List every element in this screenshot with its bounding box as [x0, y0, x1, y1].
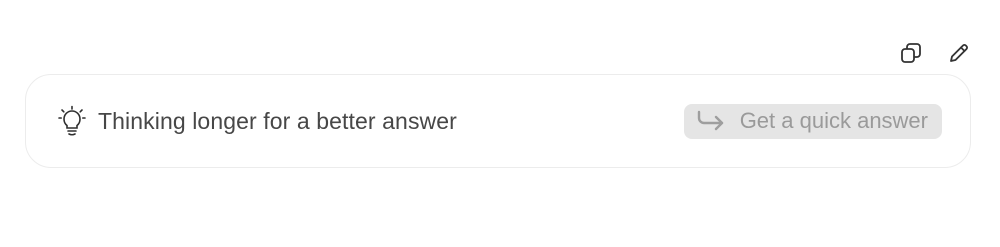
copy-button[interactable] — [898, 40, 924, 66]
message-actions — [898, 40, 972, 66]
return-arrow-icon — [696, 110, 726, 132]
thinking-status-card: Thinking longer for a better answer Get … — [25, 74, 971, 168]
status-text: Thinking longer for a better answer — [98, 107, 457, 134]
lightbulb-icon — [58, 105, 86, 137]
copy-icon — [901, 43, 921, 63]
pencil-icon — [950, 44, 968, 62]
quick-answer-label: Get a quick answer — [739, 108, 928, 133]
edit-button[interactable] — [946, 40, 972, 66]
quick-answer-button[interactable]: Get a quick answer — [683, 103, 942, 139]
